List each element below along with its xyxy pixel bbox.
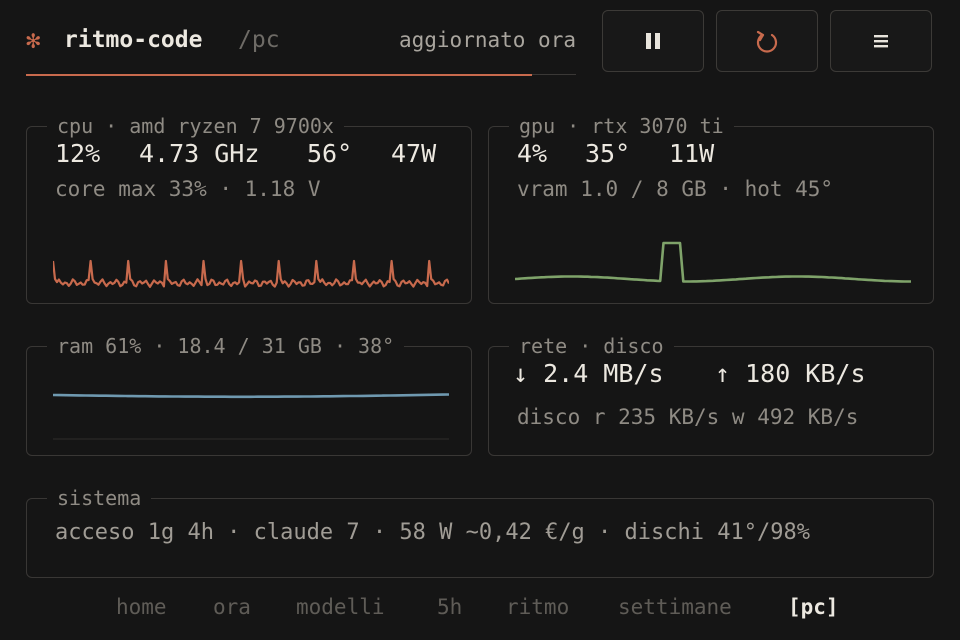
gpu-legend: gpu · rtx 3070 ti xyxy=(509,112,734,140)
nav-modelli[interactable]: modelli xyxy=(296,592,385,622)
nav-pc[interactable]: [pc] xyxy=(788,592,839,622)
gpu-sparkline xyxy=(515,241,911,283)
nav-ora[interactable]: ora xyxy=(213,592,251,622)
disk-rate: disco r 235 KB/s w 492 KB/s xyxy=(517,405,859,429)
gpu-usage: 4% xyxy=(517,139,548,168)
menu-icon xyxy=(874,35,888,48)
nav-5h[interactable]: 5h xyxy=(437,592,462,622)
refresh-progress-bar xyxy=(26,74,532,76)
ram-legend: ram 61% · 18.4 / 31 GB · 38° xyxy=(47,332,405,360)
nav-home[interactable]: home xyxy=(116,592,167,622)
system-summary: acceso 1g 4h · claude 7 · 58 W ~0,42 €/g… xyxy=(55,520,810,545)
system-legend: sistema xyxy=(47,484,152,512)
cpu-power: 47W xyxy=(391,139,437,168)
refresh-icon xyxy=(756,30,778,53)
app-title: ritmo-code xyxy=(64,27,203,53)
menu-button[interactable] xyxy=(830,10,932,72)
update-status: aggiornato ora xyxy=(398,28,576,52)
cpu-sub: core max 33% · 1.18 V xyxy=(55,177,321,201)
gpu-temp: 35° xyxy=(585,139,631,168)
cpu-legend: cpu · amd ryzen 7 9700x xyxy=(47,112,344,140)
upload-rate: ↑ 180 KB/s xyxy=(715,359,866,388)
nav-ritmo[interactable]: ritmo xyxy=(506,592,569,622)
gpu-sub: vram 1.0 / 8 GB · hot 45° xyxy=(517,177,834,201)
gpu-power: 11W xyxy=(669,139,715,168)
refresh-button[interactable] xyxy=(716,10,818,72)
network-legend: rete · disco xyxy=(509,332,674,360)
pause-button[interactable] xyxy=(602,10,704,72)
nav-settimane[interactable]: settimane xyxy=(618,592,732,622)
cpu-usage: 12% xyxy=(55,139,101,168)
logo-icon: ✻ xyxy=(26,26,41,54)
app-path: /pc xyxy=(238,27,280,53)
ram-panel: ram 61% · 18.4 / 31 GB · 38° xyxy=(26,332,472,456)
gpu-panel: gpu · rtx 3070 ti 4% 35° 11W vram 1.0 / … xyxy=(488,112,934,304)
cpu-temp: 56° xyxy=(307,139,353,168)
download-rate: ↓ 2.4 MB/s xyxy=(513,359,664,388)
cpu-sparkline xyxy=(53,259,449,288)
pause-icon xyxy=(646,33,660,49)
ram-sparkline xyxy=(53,393,449,440)
cpu-panel: cpu · amd ryzen 7 9700x 12% 4.73 GHz 56°… xyxy=(26,112,472,304)
bottom-nav: home ora modelli 5h ritmo settimane [pc] xyxy=(0,592,960,622)
cpu-clock: 4.73 GHz xyxy=(139,139,260,168)
network-disk-panel: rete · disco ↓ 2.4 MB/s ↑ 180 KB/s disco… xyxy=(488,332,934,456)
system-panel: sistema acceso 1g 4h · claude 7 · 58 W ~… xyxy=(26,484,934,578)
